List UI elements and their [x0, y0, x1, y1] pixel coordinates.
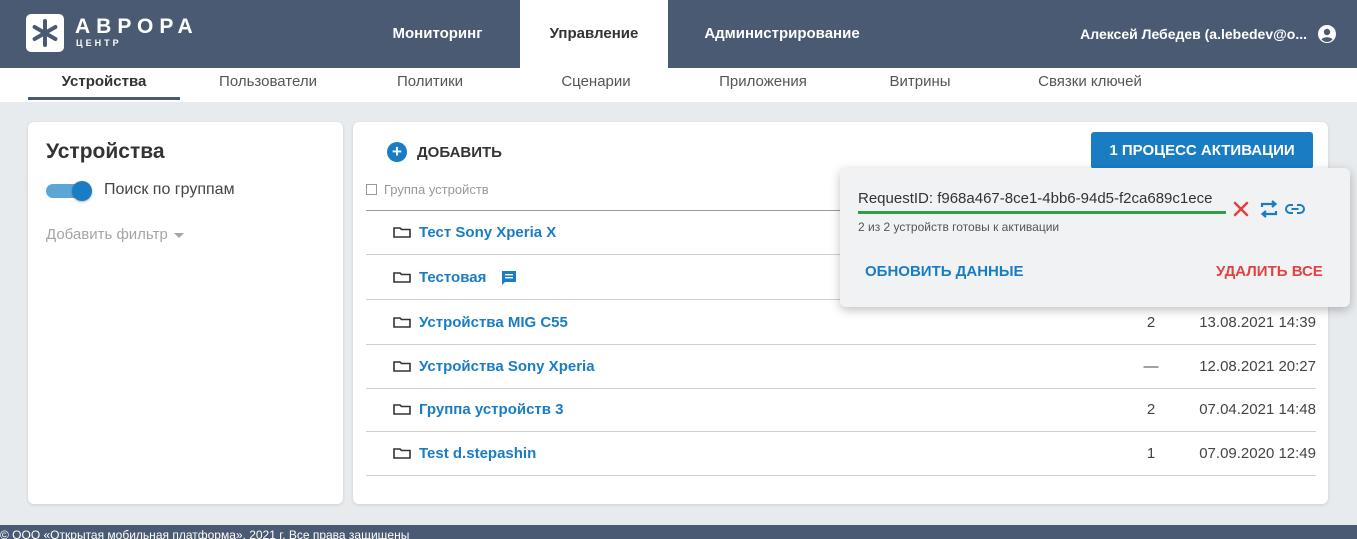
group-search-label: Поиск по группам [104, 181, 235, 198]
user-name[interactable]: Алексей Лебедев (a.lebedev@o... [1080, 0, 1307, 68]
group-name-link[interactable]: Test d.stepashin [419, 445, 536, 462]
sub-tab-showcases[interactable]: Витрины [860, 68, 980, 102]
footer: © ООО «Открытая мобильная платформа», 20… [0, 525, 1357, 539]
group-name-link[interactable]: Тестовая [419, 269, 486, 286]
main-tab-monitoring[interactable]: Мониторинг [360, 0, 515, 68]
folder-icon [393, 361, 411, 372]
activation-progress-bar [858, 211, 1226, 214]
folder-icon [393, 317, 411, 328]
main-tab-administration[interactable]: Администрирование [688, 0, 876, 68]
refresh-data-button[interactable]: ОБНОВИТЬ ДАННЫЕ [865, 263, 1024, 280]
folder-icon [393, 227, 411, 238]
repeat-icon[interactable] [1258, 198, 1280, 220]
sub-tab-devices[interactable]: Устройства [28, 68, 180, 102]
comment-icon[interactable] [500, 269, 518, 287]
close-icon[interactable] [1230, 198, 1252, 220]
column-header-group: Группа устройств [384, 182, 489, 197]
main-tab-management[interactable]: Управление [520, 0, 668, 68]
add-filter-dropdown[interactable]: Добавить фильтр [46, 226, 184, 243]
group-date: 13.08.2021 14:39 [1199, 314, 1316, 331]
ready-status-text: 2 из 2 устройств готовы к активации [858, 220, 1060, 234]
add-button-label: ДОБАВИТЬ [417, 144, 502, 161]
sub-tab-users[interactable]: Пользователи [198, 68, 338, 102]
folder-icon [393, 404, 411, 415]
table-row[interactable]: Группа устройств 3 2 07.04.2021 14:48 [366, 388, 1316, 432]
group-date: 07.04.2021 14:48 [1199, 401, 1316, 418]
activation-process-popup: RequestID: f968a467-8ce1-4bb6-94d5-f2ca6… [840, 168, 1350, 307]
brand-logo[interactable]: АВРОРА ЦЕНТР [26, 14, 226, 54]
toggle-knob [72, 181, 92, 201]
table-header: Группа устройств [366, 180, 866, 210]
group-name-link[interactable]: Устройства MIG C55 [419, 314, 568, 331]
brand-title: АВРОРА [75, 15, 199, 38]
activation-process-button[interactable]: 1 ПРОЦЕСС АКТИВАЦИИ [1091, 132, 1313, 169]
sub-tab-policies[interactable]: Политики [360, 68, 500, 102]
folder-icon [393, 448, 411, 459]
table-row[interactable]: Test d.stepashin 1 07.09.2020 12:49 [366, 432, 1316, 476]
request-id: RequestID: f968a467-8ce1-4bb6-94d5-f2ca6… [858, 190, 1213, 207]
filter-panel: Устройства Поиск по группам Добавить фил… [28, 122, 343, 504]
table-row[interactable]: Устройства MIG C55 2 13.08.2021 14:39 [366, 301, 1316, 345]
device-count: — [1143, 358, 1159, 375]
group-search-toggle[interactable] [46, 181, 94, 201]
user-account-icon[interactable] [1317, 24, 1337, 44]
add-filter-label: Добавить фильтр [46, 226, 168, 243]
copyright-text: © ООО «Открытая мобильная платформа», 20… [0, 528, 410, 539]
group-name-link[interactable]: Устройства Sony Xperia [419, 358, 595, 375]
chevron-down-icon [173, 232, 184, 238]
sub-tab-keychains[interactable]: Связки ключей [1010, 68, 1170, 102]
activation-progress-fill [858, 211, 1226, 214]
group-date: 07.09.2020 12:49 [1199, 445, 1316, 462]
device-count: 1 [1146, 445, 1156, 462]
aurora-logo-icon [26, 14, 64, 52]
brand-subtitle: ЦЕНТР [76, 38, 122, 48]
sub-navigation: Устройства Пользователи Политики Сценари… [0, 68, 1357, 102]
device-count: 2 [1146, 314, 1156, 331]
table-row[interactable]: Устройства Sony Xperia — 12.08.2021 20:2… [366, 345, 1316, 389]
folder-icon [393, 272, 411, 283]
group-name-link[interactable]: Группа устройств 3 [419, 401, 564, 418]
group-name-link[interactable]: Тест Sony Xperia X [419, 224, 556, 241]
select-all-checkbox[interactable] [366, 184, 377, 195]
filter-panel-title: Устройства [46, 140, 165, 163]
plus-icon: + [387, 142, 407, 162]
device-count: 2 [1146, 401, 1156, 418]
top-navigation-bar: АВРОРА ЦЕНТР Мониторинг Управление Админ… [0, 0, 1357, 68]
sub-tab-applications[interactable]: Приложения [688, 68, 838, 102]
group-date: 12.08.2021 20:27 [1199, 358, 1316, 375]
sub-tab-scenarios[interactable]: Сценарии [526, 68, 666, 102]
delete-all-button[interactable]: УДАЛИТЬ ВСЕ [1216, 263, 1323, 280]
link-icon[interactable] [1284, 198, 1306, 220]
